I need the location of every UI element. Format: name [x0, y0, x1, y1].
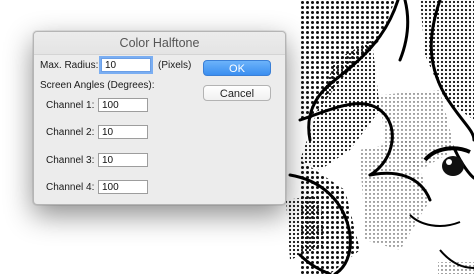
max-radius-input[interactable] — [101, 58, 151, 72]
channel-3-input[interactable] — [98, 153, 148, 167]
pixels-unit-label: (Pixels) — [158, 60, 192, 71]
halftone-dots — [286, 0, 474, 274]
max-radius-label: Max. Radius: — [40, 60, 99, 71]
screen-angles-label: Screen Angles (Degrees): — [40, 80, 155, 91]
ok-button[interactable]: OK — [203, 60, 271, 76]
color-halftone-dialog: Color Halftone Max. Radius: (Pixels) Scr… — [33, 31, 286, 205]
channel-1-input[interactable] — [98, 98, 148, 112]
channel-3-label: Channel 3: — [46, 155, 95, 166]
channel-4-input[interactable] — [98, 180, 148, 194]
channel-1-label: Channel 1: — [46, 100, 95, 111]
channel-4-label: Channel 4: — [46, 182, 95, 193]
channel-2-input[interactable] — [98, 125, 148, 139]
cancel-button[interactable]: Cancel — [203, 85, 271, 101]
channel-2-label: Channel 2: — [46, 127, 95, 138]
dialog-title: Color Halftone — [34, 32, 285, 55]
